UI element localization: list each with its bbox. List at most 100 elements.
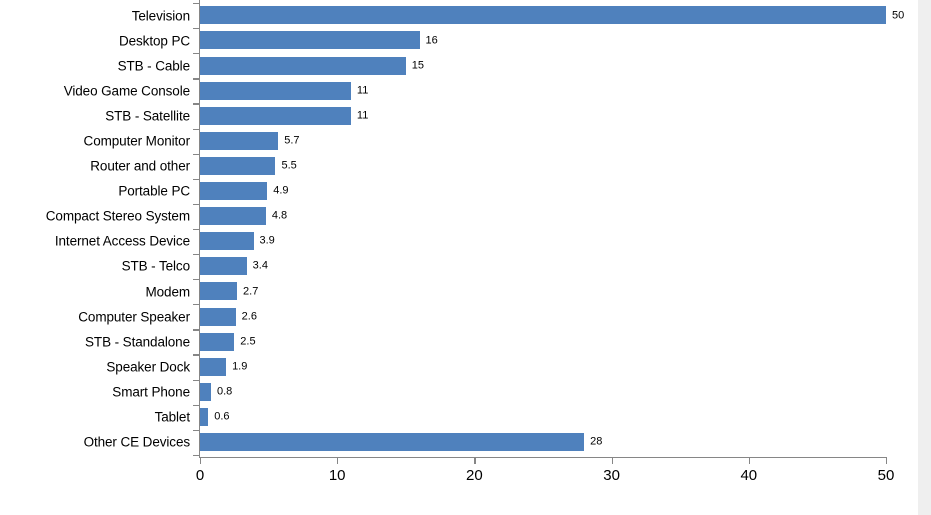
y-axis-tick [193,28,199,30]
bar-track: 3.9 [200,229,886,254]
y-axis-tick [193,454,199,457]
bar [200,131,279,150]
y-axis-tick [193,153,199,155]
bar-row: STB - Telco 3.4 [0,254,931,279]
bar-track: 1.9 [200,354,886,379]
bar [200,232,254,251]
bar [200,407,209,426]
bar-row: Computer Speaker 2.6 [0,304,931,329]
bar-value-label: 50 [892,9,905,22]
bar [200,382,211,401]
bar-chart: Television 50 Desktop PC 16 STB - Cable 15 Vid… [0,0,931,515]
x-axis-tick-label: 50 [877,467,895,484]
y-axis-tick [193,103,199,105]
bar-value-label: 11 [356,109,369,122]
bar-value-label: 0.6 [214,410,230,423]
category-label: STB - Satellite [105,108,190,124]
y-axis-tick [193,128,199,130]
bar-value-label: 2.7 [243,285,259,298]
y-axis-tick [193,53,199,55]
y-axis-tick [193,203,199,206]
bar-value-label: 16 [425,34,438,47]
category-label: STB - Cable [117,57,191,73]
y-axis-tick [193,178,199,180]
bar [200,56,406,75]
bar-track: 2.6 [200,304,886,329]
bar [200,207,266,226]
bar [200,432,585,451]
right-edge-strip [918,0,931,515]
x-axis-tick [474,458,476,464]
bar-row: Desktop PC 16 [0,28,931,53]
bar [200,106,351,125]
y-axis-tick [193,379,199,381]
x-axis-tick-label: 40 [740,467,758,484]
y-axis-tick [193,429,199,431]
bar-track: 3.4 [200,254,886,279]
bar [200,307,236,326]
bar-value-label: 2.6 [241,310,257,323]
bar-track: 5.5 [200,154,886,179]
bar-value-label: 4.8 [271,209,288,222]
bar-row: STB - Satellite 11 [0,103,931,128]
x-axis-tick [611,458,613,464]
bar [200,332,235,351]
bar-value-label: 3.9 [259,234,275,247]
category-label: Other CE Devices [83,434,191,450]
bar-rows: Television 50 Desktop PC 16 STB - Cable 15 Vid… [0,3,931,455]
bar-track: 11 [200,103,886,128]
bar-value-label: 11 [356,84,369,97]
y-axis-tick [193,228,199,231]
bar-row: Video Game Console 11 [0,78,931,103]
category-label: Smart Phone [112,384,190,400]
plot-area: Television 50 Desktop PC 16 STB - Cable 15 Vid… [0,0,931,515]
bar-row: Internet Access Device 3.9 [0,229,931,254]
x-axis-tick [748,458,751,464]
category-label: Video Game Console [63,83,190,99]
y-axis-tick [193,254,199,256]
category-label: Computer Speaker [78,308,190,324]
x-axis-line [199,457,887,459]
bar-value-label: 3.4 [252,259,268,272]
category-label: Desktop PC [118,32,190,48]
y-axis-line [199,0,201,458]
x-axis-tick-label: 30 [603,467,620,484]
bar [200,81,351,100]
bar-track: 4.9 [200,179,886,204]
y-axis-tick [193,279,199,281]
category-label: Speaker Dock [106,359,190,375]
bar-track: 2.7 [200,279,886,304]
bar [200,257,247,276]
x-axis-tick-label: 0 [195,467,205,484]
bar-row: Television 50 [0,3,931,28]
x-axis-tick [200,458,202,464]
category-label: Internet Access Device [54,233,190,249]
bar-value-label: 15 [411,59,425,72]
bar-track: 0.6 [200,405,886,430]
x-axis-tick [337,458,339,464]
y-axis-tick [193,304,199,306]
x-axis-tick-label: 20 [466,467,483,484]
category-label: Computer Monitor [83,133,191,149]
bar-track: 50 [200,3,904,28]
y-axis-tick [193,354,199,356]
bar-row: Smart Phone 0.8 [0,379,931,404]
bar-value-label: 5.7 [284,134,300,147]
category-label: Television [131,7,190,23]
category-label: STB - Telco [121,258,191,274]
category-label: Tablet [154,409,191,425]
bar [200,357,227,376]
y-axis-tick [193,404,199,406]
bar-track: 0.8 [200,379,886,404]
bar-row: Modem 2.7 [0,279,931,304]
bar [200,31,420,50]
bar [200,156,276,175]
bar-track: 16 [200,28,886,53]
bar-row: Router and other 5.5 [0,154,931,179]
bar-track: 4.8 [200,204,886,229]
category-label: Router and other [90,158,190,174]
bar-row: Other CE Devices 28 [0,430,931,455]
y-axis-tick [193,3,199,5]
x-axis-tick [886,458,888,464]
bar-track: 28 [200,430,886,455]
